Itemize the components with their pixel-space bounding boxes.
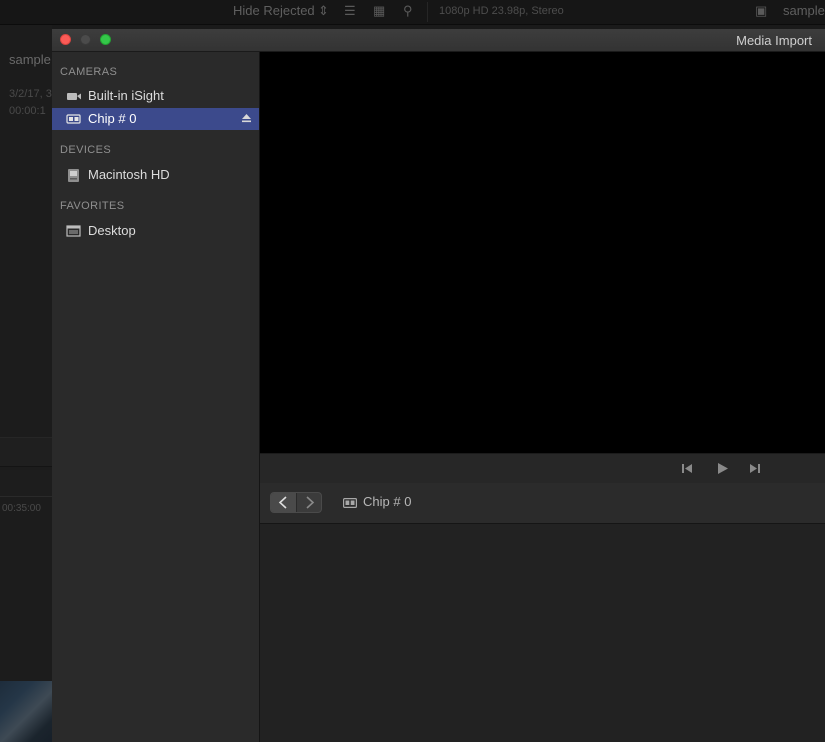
- background-filmstrip-thumbnail: [0, 681, 52, 742]
- section-header-cameras: CAMERAS: [60, 66, 118, 78]
- background-ruler: [0, 470, 52, 497]
- chevron-left-icon: [278, 496, 287, 509]
- forward-button[interactable]: [297, 493, 322, 512]
- eject-icon[interactable]: [241, 113, 252, 124]
- card-icon: [343, 498, 357, 508]
- zoom-button[interactable]: [100, 34, 111, 45]
- clapper-icon: ▣: [755, 3, 768, 18]
- clip-date: 3/2/17, 3: [9, 88, 52, 100]
- sidebar-item-built-in-isight[interactable]: Built-in iSight: [52, 85, 259, 107]
- search-icon: ⚲: [403, 3, 413, 18]
- chevron-right-icon: [306, 496, 315, 509]
- sidebar-item-desktop[interactable]: Desktop: [52, 220, 259, 242]
- format-info: 1080p HD 23.98p, Stereo: [439, 5, 564, 17]
- minimize-button[interactable]: [80, 34, 91, 45]
- window-title: Media Import: [736, 33, 812, 48]
- camera-icon: [67, 93, 81, 100]
- close-button[interactable]: [60, 34, 71, 45]
- background-browser: sample 3/2/17, 3 00:00:1 00:35:00: [0, 25, 52, 742]
- hard-drive-icon: [68, 169, 79, 182]
- card-icon: [66, 114, 81, 124]
- transport-controls: [260, 453, 825, 484]
- sidebar-item-macintosh-hd[interactable]: Macintosh HD: [52, 164, 259, 186]
- timeline-timecode: 00:35:00: [2, 503, 41, 514]
- list-view-icon: ☰: [344, 3, 356, 18]
- title-bar[interactable]: Media Import: [52, 29, 825, 52]
- sidebar-item-label: Macintosh HD: [88, 167, 170, 182]
- updown-icon: ⇕: [318, 3, 329, 18]
- clip-browser[interactable]: [260, 524, 825, 742]
- back-forward-control: [270, 492, 322, 513]
- background-divider: [0, 437, 52, 467]
- toolbar-divider: [427, 2, 428, 22]
- section-header-devices: DEVICES: [60, 144, 112, 156]
- back-button[interactable]: [271, 493, 297, 512]
- clip-duration: 00:00:1: [9, 105, 46, 117]
- sidebar-item-label: Built-in iSight: [88, 88, 164, 103]
- browser-navigation-bar: Chip # 0: [260, 483, 825, 524]
- sidebar-item-label: Desktop: [88, 223, 136, 238]
- sidebar-item-chip-0[interactable]: Chip # 0: [52, 108, 259, 130]
- skip-forward-icon[interactable]: [748, 462, 762, 475]
- project-name: sample: [783, 3, 825, 18]
- clip-name: sample: [9, 52, 51, 67]
- breadcrumb: Chip # 0: [363, 494, 412, 509]
- hide-rejected-filter: Hide Rejected: [233, 3, 315, 18]
- background-toolbar: Hide Rejected ⇕ ☰ ▦ ⚲ 1080p HD 23.98p, S…: [0, 0, 825, 25]
- play-icon[interactable]: [715, 462, 729, 475]
- sidebar-item-label: Chip # 0: [88, 111, 137, 126]
- skip-back-icon[interactable]: [680, 462, 694, 475]
- sidebar: CAMERAS Built-in iSight Chip # 0 DEVICES: [52, 52, 260, 742]
- section-header-favorites: FAVORITES: [60, 200, 125, 212]
- filmstrip-icon: ▦: [373, 3, 386, 18]
- preview-viewer[interactable]: [260, 52, 825, 453]
- media-import-window: Media Import CAMERAS Built-in iSight Chi…: [52, 29, 825, 742]
- desktop-icon: [66, 225, 81, 237]
